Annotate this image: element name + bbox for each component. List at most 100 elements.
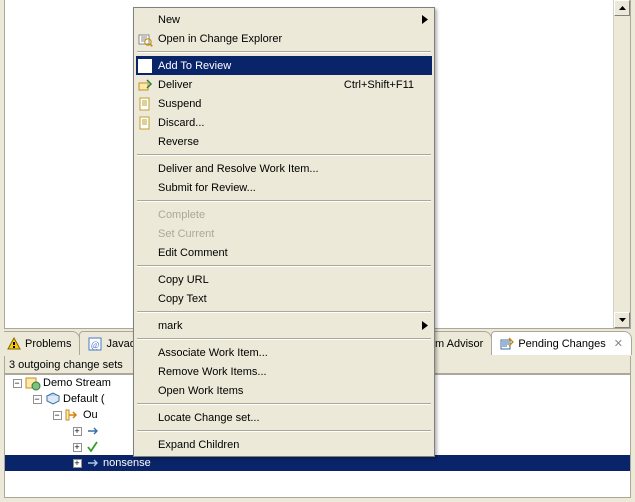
menu-item-copy-url[interactable]: Copy URL xyxy=(136,270,432,289)
blank-icon xyxy=(136,317,154,335)
menu-item-associate[interactable]: Associate Work Item... xyxy=(136,343,432,362)
collapse-icon[interactable]: − xyxy=(9,375,25,391)
tree-label: nonsense xyxy=(101,457,151,469)
blank-icon xyxy=(136,382,154,400)
menu-item-label: Submit for Review... xyxy=(154,182,422,194)
menu-item-deliver-resolve[interactable]: Deliver and Resolve Work Item... xyxy=(136,159,432,178)
submenu-arrow-icon xyxy=(422,321,432,330)
menu-item-add-review[interactable]: Add To Review xyxy=(136,56,432,75)
menu-item-new[interactable]: New xyxy=(136,10,432,29)
menu-item-edit-comment[interactable]: Edit Comment xyxy=(136,243,432,262)
submenu-arrow-icon xyxy=(422,15,432,24)
blank-icon xyxy=(136,271,154,289)
menu-item-copy-text[interactable]: Copy Text xyxy=(136,289,432,308)
menu-item-label: New xyxy=(154,14,422,26)
menu-item-label: Deliver xyxy=(154,79,344,91)
blank-icon xyxy=(136,225,154,243)
menu-item-open-wi[interactable]: Open Work Items xyxy=(136,381,432,400)
tree-node-changeset-selected[interactable]: + nonsense xyxy=(5,455,631,471)
warning-icon xyxy=(7,337,21,351)
context-menu: New Open in Change Explorer Add To Review D… xyxy=(133,7,435,457)
menu-item-label: Edit Comment xyxy=(154,247,422,259)
component-icon xyxy=(45,391,61,407)
blank-icon xyxy=(136,436,154,454)
menu-item-label: Open in Change Explorer xyxy=(154,33,422,45)
menu-separator xyxy=(137,51,431,53)
tree-label: Default ( xyxy=(61,393,105,405)
menu-separator xyxy=(137,403,431,405)
menu-item-label: Discard... xyxy=(154,117,422,129)
doc-icon xyxy=(136,95,154,113)
blank-icon xyxy=(136,290,154,308)
editor-scrollbar[interactable] xyxy=(613,0,630,328)
blank-icon xyxy=(136,344,154,362)
menu-item-label: Complete xyxy=(154,209,422,221)
tree-label: Demo Stream xyxy=(41,377,111,389)
menu-item-expand[interactable]: Expand Children xyxy=(136,435,432,454)
menu-item-label: Remove Work Items... xyxy=(154,366,422,378)
pending-changes-icon xyxy=(500,337,514,351)
menu-item-open-change[interactable]: Open in Change Explorer xyxy=(136,29,432,48)
javadoc-icon: @ xyxy=(88,337,102,351)
blank-icon xyxy=(136,133,154,151)
blank-icon xyxy=(136,179,154,197)
deliver-icon xyxy=(136,76,154,94)
menu-item-label: Copy Text xyxy=(154,293,422,305)
blank-icon xyxy=(136,409,154,427)
menu-item-label: Associate Work Item... xyxy=(154,347,422,359)
menu-item-locate[interactable]: Locate Change set... xyxy=(136,408,432,427)
tab-pending-changes[interactable]: Pending Changes ✕ xyxy=(491,331,632,355)
scroll-up-button[interactable] xyxy=(614,0,630,16)
menu-separator xyxy=(137,311,431,313)
check-icon xyxy=(136,57,154,75)
menu-separator xyxy=(137,265,431,267)
blank-icon xyxy=(136,206,154,224)
collapse-icon[interactable]: − xyxy=(29,391,45,407)
status-text: 3 outgoing change sets xyxy=(9,359,123,371)
menu-separator xyxy=(137,154,431,156)
tab-label: Pending Changes xyxy=(518,338,605,350)
blank-icon xyxy=(136,363,154,381)
menu-separator xyxy=(137,200,431,202)
menu-item-reverse[interactable]: Reverse xyxy=(136,132,432,151)
menu-item-complete: Complete xyxy=(136,205,432,224)
svg-text:@: @ xyxy=(91,340,99,350)
menu-item-mark[interactable]: mark xyxy=(136,316,432,335)
menu-item-label: Add To Review xyxy=(154,60,422,72)
doc-icon xyxy=(136,114,154,132)
menu-item-suspend[interactable]: Suspend xyxy=(136,94,432,113)
tree-label: Ou xyxy=(81,409,98,421)
close-icon[interactable]: ✕ xyxy=(614,337,623,350)
menu-item-label: Reverse xyxy=(154,136,422,148)
changeset-icon xyxy=(85,455,101,471)
menu-item-remove-wi[interactable]: Remove Work Items... xyxy=(136,362,432,381)
blank-icon xyxy=(136,160,154,178)
menu-item-submit-review[interactable]: Submit for Review... xyxy=(136,178,432,197)
outgoing-icon xyxy=(65,407,81,423)
menu-separator xyxy=(137,338,431,340)
menu-item-label: Suspend xyxy=(154,98,422,110)
expand-icon[interactable]: + xyxy=(69,423,85,439)
expand-icon[interactable]: + xyxy=(69,455,85,471)
menu-item-accel: Ctrl+Shift+F11 xyxy=(344,79,422,91)
changeset-icon xyxy=(85,423,101,439)
menu-item-discard[interactable]: Discard... xyxy=(136,113,432,132)
changeset-check-icon xyxy=(85,439,101,455)
menu-item-set-current: Set Current xyxy=(136,224,432,243)
menu-separator xyxy=(137,430,431,432)
collapse-icon[interactable]: − xyxy=(49,407,65,423)
scroll-down-button[interactable] xyxy=(614,312,630,328)
tab-label: Problems xyxy=(25,338,71,350)
menu-item-label: Copy URL xyxy=(154,274,422,286)
menu-item-label: Expand Children xyxy=(154,439,422,451)
open-change-icon xyxy=(136,30,154,48)
stream-icon xyxy=(25,375,41,391)
menu-item-label: mark xyxy=(154,320,422,332)
menu-item-label: Deliver and Resolve Work Item... xyxy=(154,163,422,175)
menu-item-deliver[interactable]: DeliverCtrl+Shift+F11 xyxy=(136,75,432,94)
tab-problems[interactable]: Problems xyxy=(4,331,80,355)
blank-icon xyxy=(136,11,154,29)
expand-icon[interactable]: + xyxy=(69,439,85,455)
menu-item-label: Open Work Items xyxy=(154,385,422,397)
blank-icon xyxy=(136,244,154,262)
